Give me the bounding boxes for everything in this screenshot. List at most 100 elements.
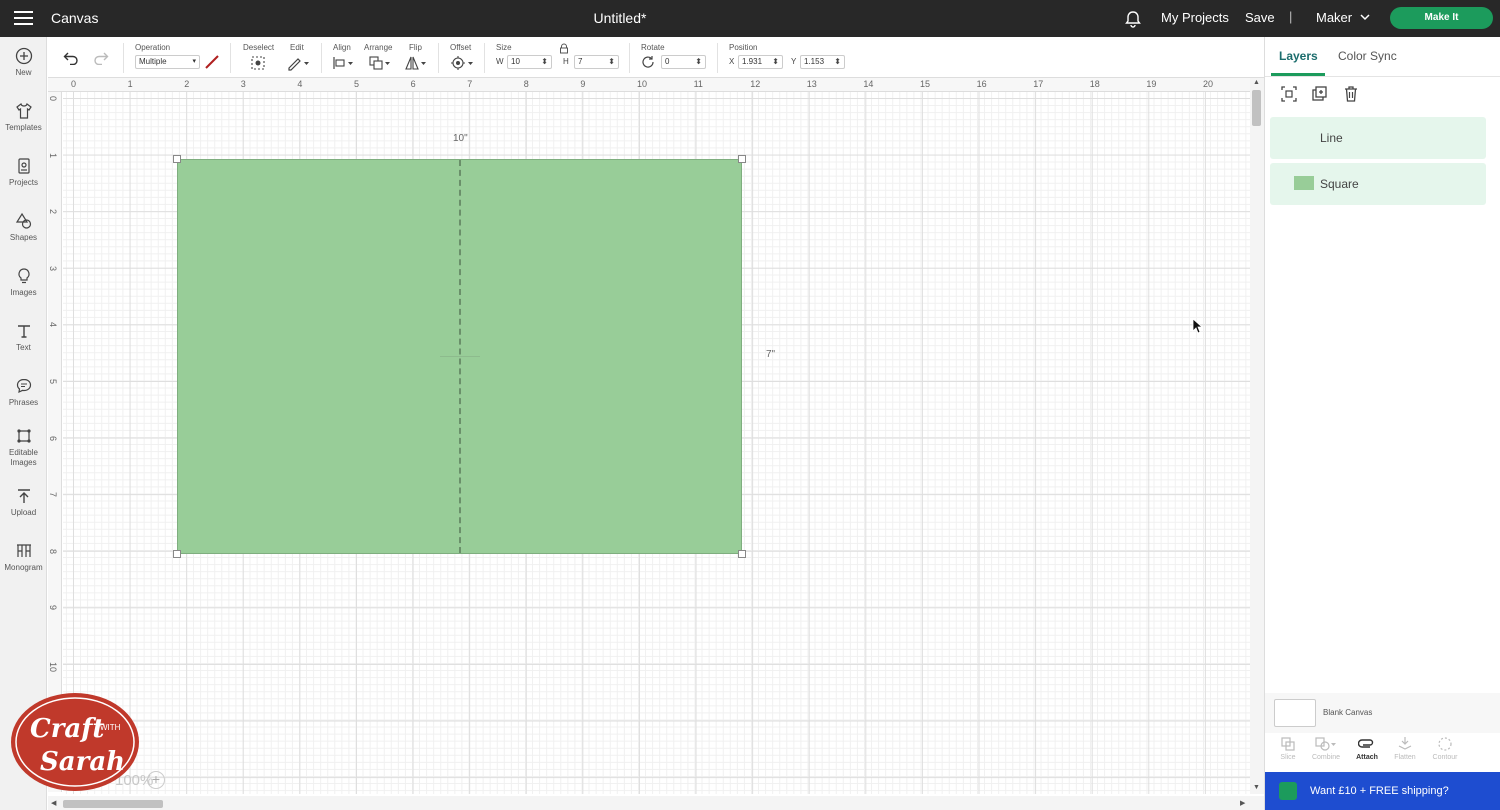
tool-label: Slice [1280, 754, 1296, 761]
monogram-icon [16, 544, 31, 557]
machine-selector[interactable]: Maker [1316, 10, 1352, 25]
resize-handle-top-left[interactable] [173, 155, 181, 163]
height-input[interactable]: 7 ⬍ [574, 55, 619, 69]
contour-button[interactable]: Contour [1427, 736, 1463, 761]
make-it-button[interactable]: Make It [1390, 7, 1493, 29]
chevron-down-icon[interactable] [1359, 11, 1371, 23]
toolbar-divider [717, 43, 718, 73]
stepper-icon[interactable]: ⬍ [541, 56, 548, 68]
group-icon[interactable] [1280, 85, 1298, 103]
zoom-in-button[interactable]: + [147, 771, 165, 789]
scrollbar-thumb[interactable] [63, 800, 163, 808]
combine-icon [1315, 737, 1336, 751]
align-icon[interactable] [332, 55, 356, 71]
width-input[interactable]: 10 ⬍ [507, 55, 552, 69]
lock-icon[interactable] [559, 43, 569, 54]
save-button[interactable]: Save [1245, 10, 1275, 25]
ruler-top-number: 5 [354, 79, 360, 89]
sidebar-item-new[interactable]: New [0, 47, 47, 78]
ruler-top: 0 1 2 3 4 5 6 7 8 9 10 11 12 13 14 15 16 17 18 19 20 [48, 78, 1250, 92]
horizontal-scrollbar[interactable]: ◀ ▶ [48, 796, 1264, 810]
sidebar-item-shapes[interactable]: Shapes [0, 212, 47, 243]
resize-handle-bottom-right[interactable] [738, 550, 746, 558]
scroll-right-icon[interactable]: ▶ [1240, 799, 1245, 807]
y-position-input[interactable]: 1.153 ⬍ [800, 55, 845, 69]
combine-button[interactable]: Combine [1308, 736, 1344, 761]
canvas-swatch[interactable] [1274, 699, 1316, 727]
sidebar-item-projects[interactable]: Projects [0, 157, 47, 188]
layers-panel: Layers Color Sync Line Square Blank Canv… [1264, 37, 1500, 810]
rotate-value: 0 [665, 57, 670, 66]
sidebar-label: Text [16, 343, 31, 352]
blank-canvas-row[interactable]: Blank Canvas [1265, 693, 1500, 733]
layer-item-square[interactable]: Square [1270, 163, 1486, 205]
undo-icon[interactable] [63, 51, 79, 65]
stepper-icon[interactable]: ⬍ [608, 56, 615, 68]
sidebar-item-phrases[interactable]: Phrases [0, 377, 47, 408]
resize-handle-bottom-left[interactable] [173, 550, 181, 558]
toolbar-divider [123, 43, 124, 73]
sidebar-item-upload[interactable]: Upload [0, 487, 47, 518]
tool-label: Attach [1356, 754, 1378, 761]
scroll-left-icon[interactable]: ◀ [51, 799, 56, 807]
vertical-scrollbar[interactable]: ▲ ▼ [1250, 78, 1264, 794]
sidebar-item-editable-images[interactable]: Editable Images [0, 427, 47, 468]
sidebar-item-images[interactable]: Images [0, 267, 47, 298]
ruler-top-number: 20 [1203, 79, 1214, 89]
my-projects-link[interactable]: My Projects [1161, 10, 1229, 25]
flatten-button[interactable]: Flatten [1387, 736, 1423, 761]
x-position-input[interactable]: 1.931 ⬍ [738, 55, 783, 69]
bell-icon[interactable] [1124, 10, 1142, 28]
flip-icon[interactable] [404, 55, 428, 71]
ruler-left-number: 10 [48, 662, 58, 673]
sidebar-item-text[interactable]: Text [0, 322, 47, 353]
pen-color-icon[interactable] [204, 54, 220, 70]
lightbulb-icon [17, 268, 30, 284]
tab-layers[interactable]: Layers [1279, 49, 1318, 63]
deselect-icon[interactable] [250, 55, 266, 71]
craft-with-sarah-logo: Craft WITH Sarah [11, 693, 139, 791]
promo-banner[interactable]: Want £10 + FREE shipping? [1265, 772, 1500, 810]
resize-handle-top-right[interactable] [738, 155, 746, 163]
editable-images-icon [16, 429, 31, 443]
stepper-icon[interactable]: ⬍ [772, 56, 779, 68]
toolbar-divider [484, 43, 485, 73]
trash-icon[interactable] [1342, 85, 1360, 103]
redo-icon[interactable] [93, 51, 109, 65]
width-dimension-label: 10" [453, 133, 468, 144]
edit-pencil-icon[interactable] [287, 55, 311, 71]
ruler-left-number: 0 [48, 96, 58, 102]
ruler-left-number: 2 [48, 209, 58, 215]
rotate-input[interactable]: 0 ⬍ [661, 55, 706, 69]
duplicate-icon[interactable] [1311, 85, 1329, 103]
offset-icon[interactable] [449, 55, 475, 71]
scroll-down-icon[interactable]: ▼ [1253, 784, 1260, 791]
slice-button[interactable]: Slice [1270, 736, 1306, 761]
ruler-top-number: 16 [976, 79, 987, 89]
ruler-top-number: 11 [693, 79, 703, 89]
height-value: 7 [578, 57, 583, 66]
sidebar-item-monogram[interactable]: Monogram [0, 542, 47, 573]
y-value: 1.153 [804, 57, 825, 66]
ruler-top-number: 8 [523, 79, 529, 89]
operation-select[interactable]: Multiple ▾ [135, 55, 200, 69]
scroll-up-icon[interactable]: ▲ [1253, 79, 1260, 86]
scrollbar-thumb[interactable] [1252, 90, 1261, 126]
attach-button[interactable]: Attach [1349, 736, 1385, 761]
stepper-icon[interactable]: ⬍ [834, 56, 841, 68]
ruler-top-number: 19 [1146, 79, 1157, 89]
layer-item-line[interactable]: Line [1270, 117, 1486, 159]
sidebar-item-templates[interactable]: Templates [0, 102, 47, 133]
tab-color-sync[interactable]: Color Sync [1338, 49, 1397, 63]
ruler-top-number: 1 [127, 79, 133, 89]
align-label: Align [333, 43, 351, 52]
toolbar-divider [438, 43, 439, 73]
layer-name: Line [1320, 131, 1343, 145]
arrange-icon[interactable] [368, 55, 392, 71]
sidebar-label: Monogram [4, 563, 43, 572]
separator: | [1289, 9, 1293, 24]
arrange-label: Arrange [364, 43, 393, 52]
size-label: Size [496, 43, 512, 52]
stepper-icon[interactable]: ⬍ [695, 56, 702, 68]
document-title: Untitled* [593, 10, 647, 26]
